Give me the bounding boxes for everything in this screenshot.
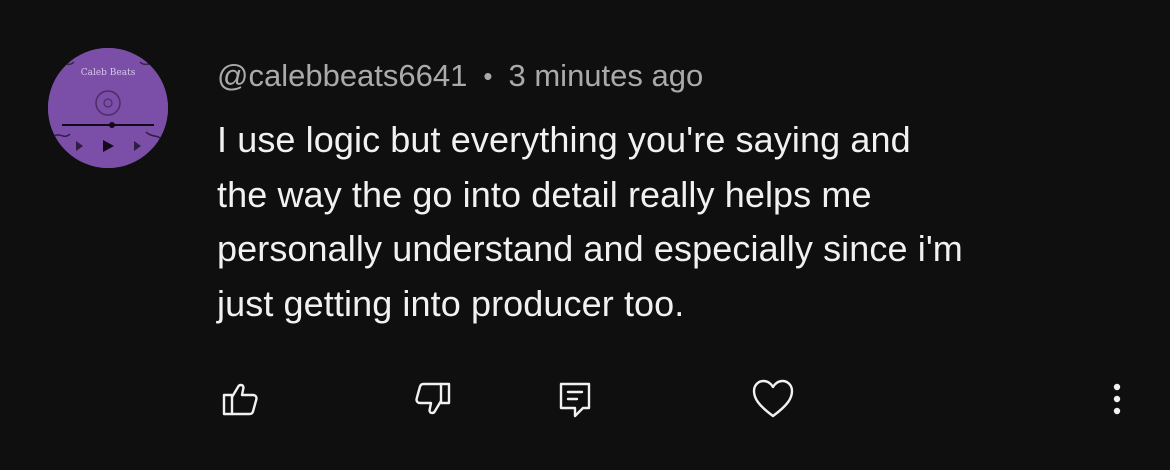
heart-icon — [752, 379, 794, 418]
avatar-text: Caleb Beats — [81, 68, 136, 78]
thumbs-down-icon — [415, 382, 451, 415]
comment-line: personally understand and especially sin… — [217, 228, 963, 269]
comment-text: I use logic but everything you're saying… — [217, 113, 1137, 331]
author-name[interactable]: @calebbeats6641 — [217, 58, 467, 94]
heart-button[interactable] — [748, 374, 798, 424]
avatar[interactable]: Caleb Beats — [48, 48, 168, 168]
dislike-button[interactable] — [408, 374, 458, 424]
timestamp[interactable]: 3 minutes ago — [509, 58, 704, 94]
more-vertical-icon — [1113, 383, 1121, 415]
more-options-button[interactable] — [1092, 374, 1142, 424]
comment-line: the way the go into detail really helps … — [217, 173, 872, 215]
comment-item: Caleb Beats @calebbeats6641 • 3 minutes … — [0, 0, 1170, 470]
avatar-image: Caleb Beats — [48, 48, 168, 168]
like-button[interactable] — [215, 374, 265, 424]
comment-line: I use logic but everything you're saying… — [217, 119, 911, 160]
comment-header: @calebbeats6641 • 3 minutes ago — [217, 56, 703, 96]
comment-reply-icon — [559, 382, 591, 418]
thumbs-up-icon — [222, 383, 258, 416]
comment-line: just getting into producer too. — [217, 282, 685, 324]
separator-dot: • — [483, 60, 493, 91]
reply-button[interactable] — [550, 374, 600, 424]
